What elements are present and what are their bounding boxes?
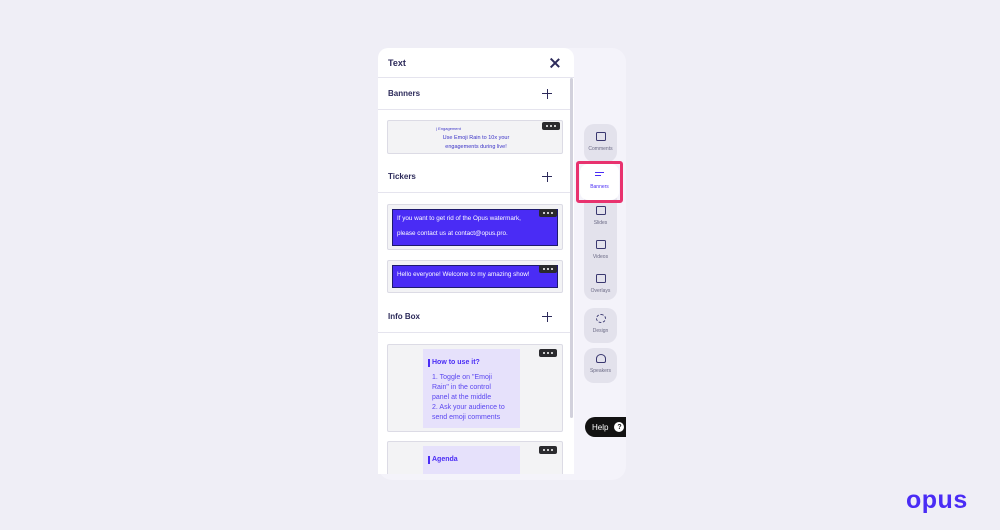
info-heading: How to use it? [428, 359, 480, 367]
speakers-icon [595, 354, 606, 363]
section-tickers: Tickers [378, 161, 570, 193]
rail-label: Design [592, 328, 609, 334]
rail-item-videos[interactable]: Videos [584, 234, 617, 268]
rail-group-speakers: Speakers [584, 348, 617, 383]
info-body: 1. Toggle on "Emoji Rain" in the control… [432, 374, 505, 421]
info-box-card[interactable]: How to use it? 1. Toggle on "Emoji Rain"… [387, 344, 563, 432]
ticker-preview: Hello everyone! Welcome to my amazing sh… [392, 265, 558, 288]
overlay-icon [595, 274, 606, 283]
section-label: Banners [388, 89, 421, 98]
more-options-icon[interactable] [539, 446, 557, 454]
more-options-icon[interactable] [542, 122, 560, 130]
slides-icon [595, 206, 606, 215]
rail-label: Slides [593, 220, 608, 226]
info-box-preview: Agenda [423, 446, 520, 474]
section-info-box: Info Box [378, 301, 570, 333]
add-banner-icon[interactable] [542, 88, 552, 99]
rail-item-overlays[interactable]: Overlays [584, 268, 617, 302]
ticker-card[interactable]: If you want to get rid of the Opus water… [387, 204, 563, 250]
ticker-preview: If you want to get rid of the Opus water… [392, 209, 558, 246]
rail-group-design: Design [584, 308, 617, 343]
active-highlight [576, 161, 623, 203]
panel-scrollbar[interactable] [570, 78, 573, 418]
comment-icon [595, 132, 606, 141]
rail-group-media: Slides Videos Overlays [584, 190, 617, 300]
rail-label: Speakers [589, 368, 612, 374]
video-icon [595, 240, 606, 249]
panel-scroll-area[interactable]: Banners | Engagement Use Emoji Rain to 1… [378, 78, 574, 474]
info-box-preview: How to use it? 1. Toggle on "Emoji Rain"… [423, 349, 520, 428]
banner-tag: | Engagement [436, 126, 461, 131]
panel-title: Text [388, 57, 406, 68]
design-tools-icon [595, 314, 606, 323]
rail-label: Comments [588, 146, 613, 152]
rail-item-slides[interactable]: Slides [584, 200, 617, 234]
help-label: Help [592, 422, 609, 432]
more-options-icon[interactable] [539, 265, 557, 273]
text-panel: Text Banners | Engagement Use Emoji Rain… [378, 48, 574, 474]
rail-item-comments[interactable]: Comments [584, 126, 617, 160]
info-box-card[interactable]: Agenda [387, 441, 563, 474]
rail-label: Videos [592, 254, 609, 260]
section-label: Tickers [388, 172, 416, 181]
info-heading: Agenda [428, 456, 458, 464]
panel-header: Text [378, 48, 574, 78]
help-button[interactable]: Help ? [585, 417, 626, 437]
banner-card[interactable]: | Engagement Use Emoji Rain to 10x your … [387, 120, 563, 154]
section-label: Info Box [388, 312, 420, 321]
rail-item-speakers[interactable]: Speakers [584, 348, 617, 382]
rail-label: Overlays [590, 288, 611, 294]
section-banners: Banners [378, 78, 570, 110]
opus-logo: opus [906, 486, 968, 514]
banner-text: Use Emoji Rain to 10x your engagements d… [442, 135, 510, 150]
question-icon: ? [614, 422, 625, 432]
add-ticker-icon[interactable] [542, 171, 552, 182]
ticker-card[interactable]: Hello everyone! Welcome to my amazing sh… [387, 260, 563, 293]
rail-item-design[interactable]: Design [584, 308, 617, 342]
close-icon[interactable] [548, 56, 562, 70]
more-options-icon[interactable] [539, 209, 557, 217]
rail-group-comments: Comments [584, 124, 617, 162]
add-info-box-icon[interactable] [542, 311, 552, 322]
more-options-icon[interactable] [539, 349, 557, 357]
